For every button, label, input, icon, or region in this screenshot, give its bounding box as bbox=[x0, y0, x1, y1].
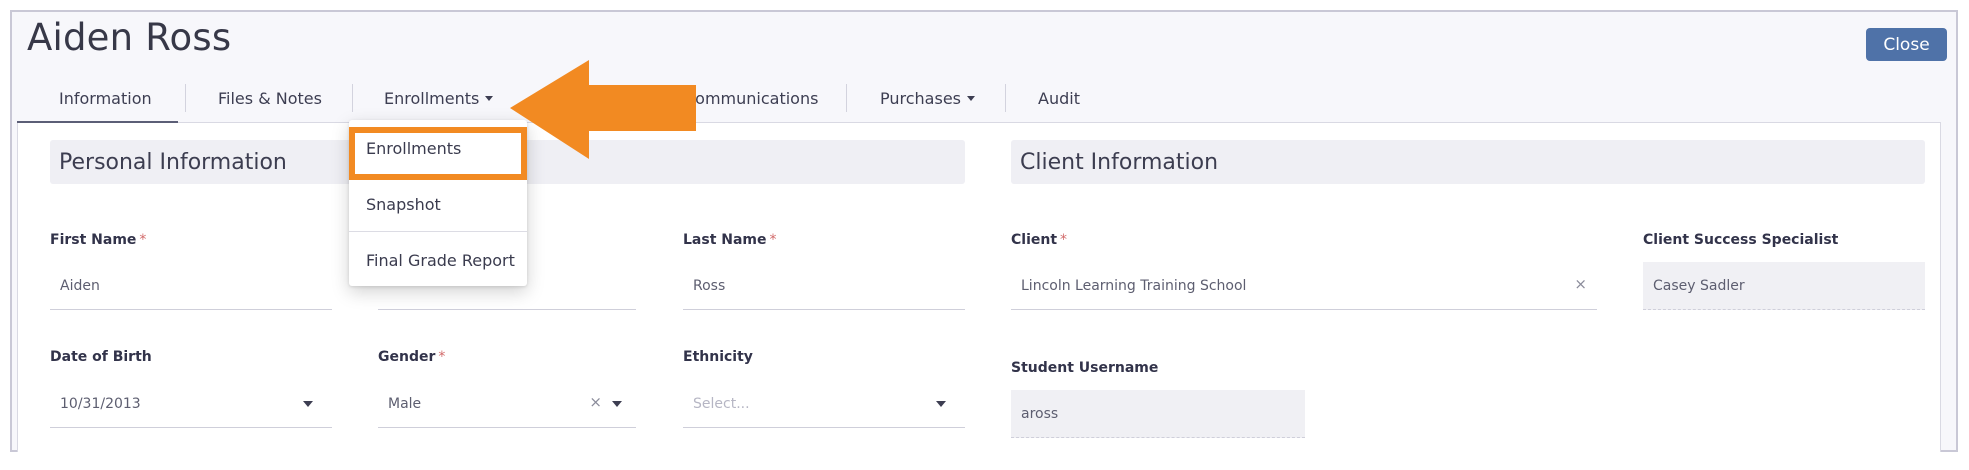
student-username-value: aross bbox=[1021, 405, 1059, 422]
chevron-down-icon bbox=[612, 401, 622, 407]
date-of-birth-label: Date of Birth bbox=[50, 349, 152, 365]
first-name-label: First Name * bbox=[50, 232, 147, 248]
tab-enrollments-label: Enrollments bbox=[384, 88, 480, 108]
clear-icon[interactable]: × bbox=[1574, 275, 1587, 293]
tab-audit[interactable]: Audit bbox=[1038, 84, 1080, 112]
first-name-field[interactable]: Aiden bbox=[50, 262, 332, 310]
tab-enrollments[interactable]: Enrollments bbox=[384, 84, 494, 112]
tab-information[interactable]: Information bbox=[59, 84, 152, 112]
gender-label: Gender * bbox=[378, 349, 446, 365]
client-success-specialist-field: Casey Sadler bbox=[1643, 262, 1925, 310]
client-select[interactable]: Lincoln Learning Training School × bbox=[1011, 262, 1597, 310]
tab-files-notes[interactable]: Files & Notes bbox=[218, 84, 322, 112]
last-name-value: Ross bbox=[693, 277, 726, 294]
chevron-down-icon bbox=[485, 95, 494, 101]
client-information-heading: Client Information bbox=[1011, 140, 1925, 184]
tab-separator bbox=[185, 84, 186, 112]
tab-communications[interactable]: Communications bbox=[684, 84, 818, 112]
clear-icon[interactable]: × bbox=[589, 393, 602, 411]
active-tab-indicator bbox=[17, 121, 178, 123]
student-username-label: Student Username bbox=[1011, 360, 1159, 376]
highlight-box bbox=[349, 127, 527, 180]
last-name-label: Last Name * bbox=[683, 232, 777, 248]
menu-divider bbox=[349, 231, 527, 232]
chevron-down-icon bbox=[967, 95, 975, 101]
menu-item-snapshot[interactable]: Snapshot bbox=[366, 195, 441, 214]
chevron-down-icon bbox=[936, 401, 946, 407]
close-button[interactable]: Close bbox=[1866, 28, 1947, 61]
client-success-specialist-label: Client Success Specialist bbox=[1643, 232, 1839, 248]
tab-separator bbox=[846, 84, 847, 112]
first-name-value: Aiden bbox=[60, 277, 100, 294]
ethnicity-select[interactable]: Select... bbox=[683, 380, 965, 428]
student-username-field: aross bbox=[1011, 390, 1305, 438]
page-title: Aiden Ross bbox=[27, 16, 232, 59]
date-of-birth-value: 10/31/2013 bbox=[60, 395, 141, 412]
client-value: Lincoln Learning Training School bbox=[1021, 277, 1247, 294]
tab-separator bbox=[352, 84, 353, 112]
tab-purchases-label: Purchases bbox=[880, 88, 961, 108]
gender-value: Male bbox=[388, 395, 422, 412]
menu-item-final-grade-report[interactable]: Final Grade Report bbox=[366, 251, 515, 270]
client-label: Client * bbox=[1011, 232, 1068, 248]
gender-select[interactable]: Male × bbox=[378, 380, 636, 428]
tab-separator bbox=[1005, 84, 1006, 112]
client-success-specialist-value: Casey Sadler bbox=[1653, 277, 1745, 294]
pointer-arrow-icon bbox=[510, 60, 696, 159]
tab-purchases[interactable]: Purchases bbox=[880, 84, 975, 112]
chevron-down-icon bbox=[303, 401, 313, 407]
date-of-birth-select[interactable]: 10/31/2013 bbox=[50, 380, 332, 428]
last-name-field[interactable]: Ross bbox=[683, 262, 965, 310]
ethnicity-label: Ethnicity bbox=[683, 349, 753, 365]
ethnicity-placeholder: Select... bbox=[693, 395, 750, 412]
